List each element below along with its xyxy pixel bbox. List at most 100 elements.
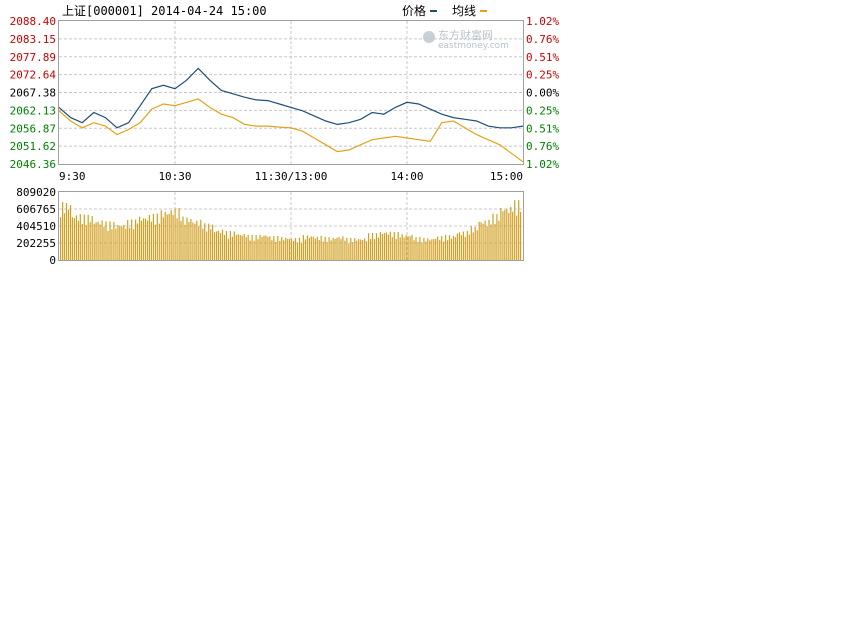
volume-bar [362, 240, 364, 260]
volume-bar [287, 238, 289, 260]
volume-bar [63, 213, 66, 260]
volume-tick-label: 202255 [16, 237, 56, 250]
volume-bar [62, 202, 64, 260]
volume-bar [492, 213, 494, 260]
volume-bar [468, 234, 470, 260]
volume-tick-label: 404510 [16, 220, 56, 233]
volume-bar [381, 234, 383, 260]
volume-bar [182, 216, 184, 260]
volume-bar [462, 231, 464, 260]
volume-bar [225, 231, 227, 260]
left-tick-label: 2083.15 [10, 33, 56, 46]
watermark-en: eastmoney.com [438, 41, 509, 51]
volume-bar [150, 221, 152, 260]
volume-bar [322, 241, 324, 260]
volume-bar [294, 238, 297, 260]
x-tick-label: 15:00 [490, 170, 523, 183]
volume-bar [293, 241, 295, 260]
volume-bar [184, 224, 186, 260]
volume-bar [490, 224, 492, 260]
volume-bar [89, 222, 91, 260]
left-tick-label: 2072.64 [10, 69, 57, 82]
volume-bar [73, 218, 75, 260]
volume-bar [166, 214, 168, 260]
right-tick-label: 0.51% [526, 122, 559, 135]
volume-bar [437, 236, 439, 260]
volume-bar [212, 224, 214, 260]
volume-bar [350, 237, 352, 260]
volume-bar [478, 221, 480, 260]
volume-bar [229, 231, 231, 260]
right-tick-label: 0.76% [526, 140, 559, 153]
volume-bar [298, 237, 301, 260]
volume-bar [356, 240, 358, 260]
volume-bar [379, 232, 381, 260]
volume-bar [502, 211, 504, 260]
volume-bar [271, 240, 273, 260]
volume-bar [366, 241, 368, 260]
volume-bar [500, 207, 502, 260]
volume-bar [302, 235, 304, 260]
volume-bar [421, 242, 423, 260]
volume-bar [405, 235, 407, 260]
volume-bar [504, 210, 506, 260]
volume-bar [458, 232, 460, 260]
volume-bar [486, 226, 488, 260]
volume-bar [516, 215, 518, 260]
volume-bar [158, 223, 160, 260]
volume-bar [445, 234, 447, 260]
chart-title: 上证[000001] 2014-04-24 15:00 [62, 4, 267, 18]
volume-bar [443, 241, 445, 260]
volume-bar [75, 215, 77, 260]
volume-bar [142, 218, 145, 260]
volume-bar [429, 240, 431, 260]
right-tick-label: 0.25% [526, 69, 559, 82]
volume-bar [373, 239, 376, 260]
volume-bar [135, 219, 137, 260]
volume-bar [206, 231, 208, 260]
volume-bar [433, 239, 435, 260]
volume-bar [498, 220, 500, 260]
volume-bar [261, 236, 263, 260]
volume-bar [275, 241, 277, 260]
volume-bar [328, 237, 330, 260]
volume-bar [140, 220, 143, 260]
watermark-logo: 东方财富网 eastmoney.com [423, 28, 509, 51]
volume-bar [200, 219, 202, 260]
volume-bar [97, 221, 99, 260]
volume-bar [312, 236, 314, 260]
volume-bar [219, 233, 222, 260]
volume-bar [375, 233, 378, 260]
volume-bar [221, 229, 224, 260]
right-tick-label: 0.76% [526, 33, 559, 46]
volume-bar [95, 222, 97, 260]
volume-bar [466, 231, 468, 260]
volume-bar [267, 237, 269, 260]
left-tick-label: 2077.89 [10, 51, 56, 64]
volume-bar [60, 217, 62, 260]
volume-bar [494, 223, 496, 260]
volume-bar [423, 237, 425, 260]
volume-bar [139, 216, 141, 260]
volume-bar [154, 224, 156, 260]
volume-bar [314, 238, 316, 260]
volume-bar [472, 232, 474, 260]
volume-bar [190, 219, 192, 260]
volume-bar [488, 219, 490, 260]
volume-bar [121, 226, 123, 260]
volume-bar [79, 214, 81, 260]
volume-bar [113, 221, 115, 260]
volume-bar [340, 239, 342, 260]
right-tick-label: 0.00% [526, 87, 559, 100]
volume-bar [168, 213, 170, 260]
volume-bar [263, 235, 265, 260]
volume-bar [324, 236, 326, 260]
volume-bar [170, 210, 172, 260]
volume-bar [71, 217, 73, 260]
volume-bar [456, 233, 458, 260]
volume-bar [204, 223, 206, 260]
volume-bar [77, 220, 79, 260]
volume-bar [283, 240, 285, 260]
volume-bar [403, 237, 405, 260]
volume-bar [265, 235, 267, 260]
